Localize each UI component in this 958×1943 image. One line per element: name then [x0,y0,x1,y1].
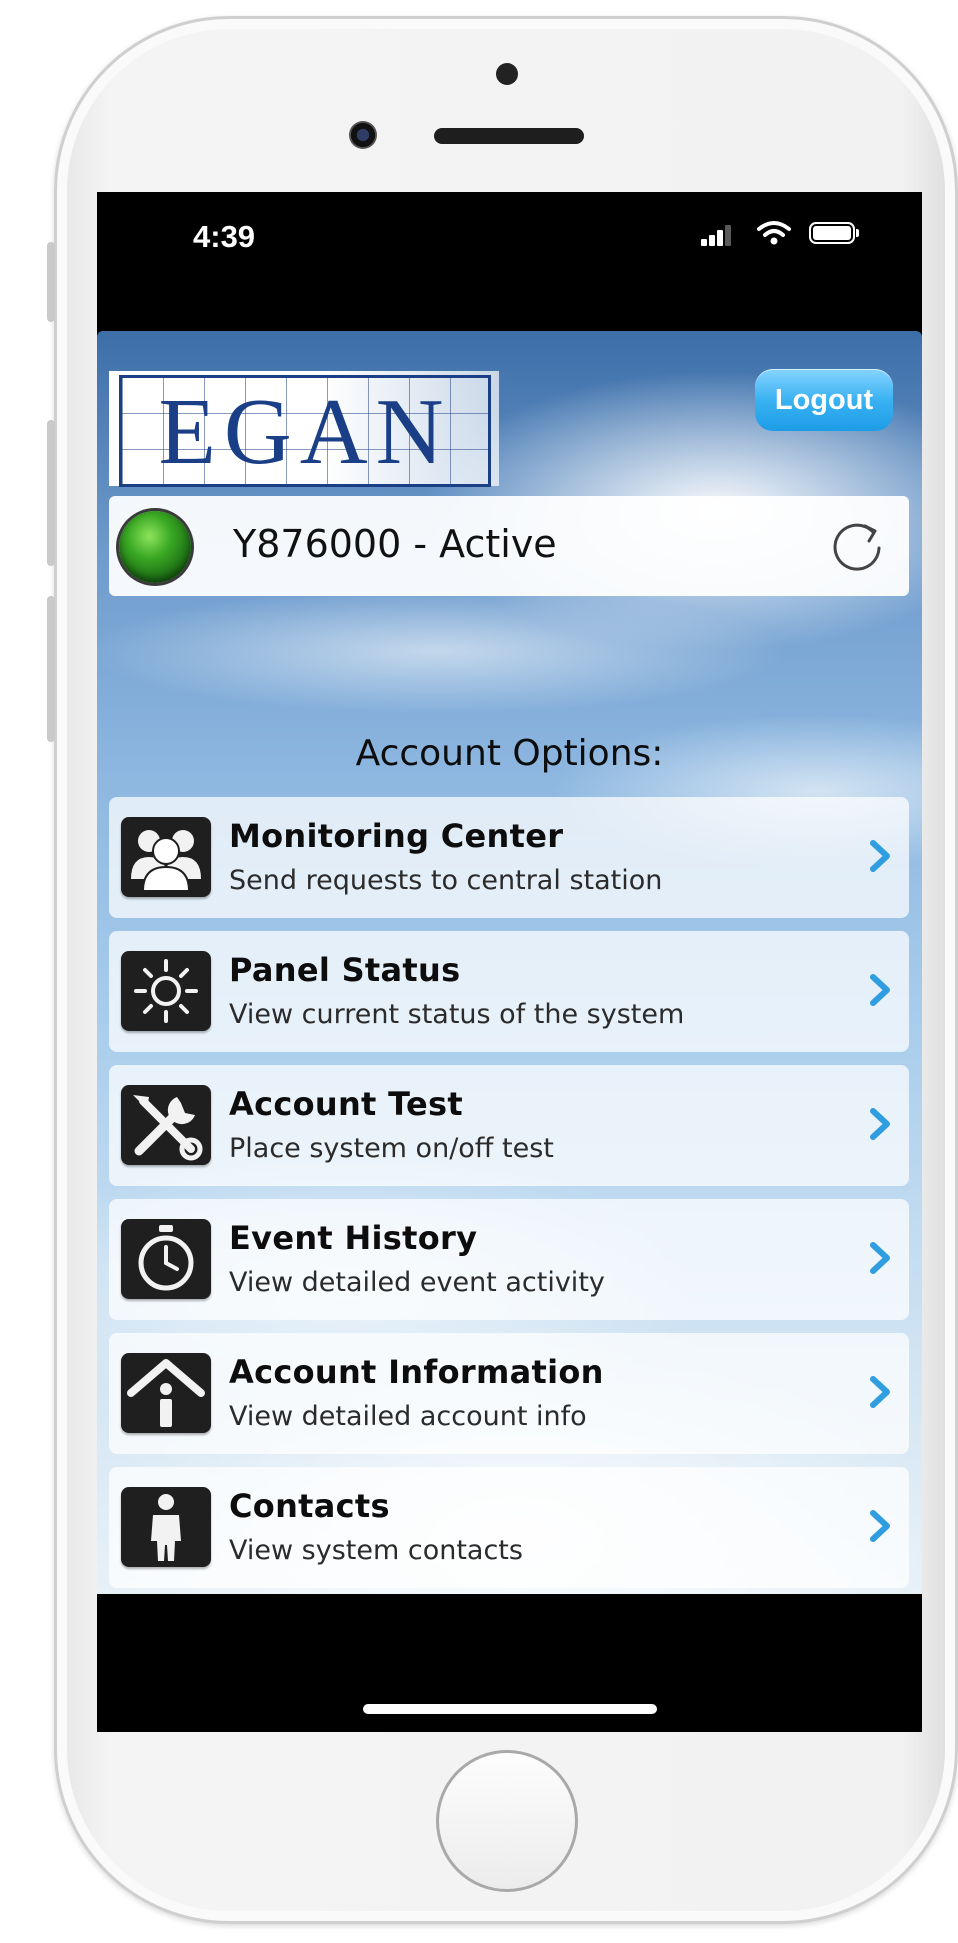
option-title: Contacts [229,1487,390,1525]
chevron-right-icon [870,840,890,872]
option-title: Event History [229,1219,478,1257]
mute-switch [47,242,55,322]
sun-icon [121,951,211,1031]
option-title: Account Test [229,1085,463,1123]
option-subtitle: View detailed account info [229,1401,587,1432]
logo-container: EGAN [109,371,499,487]
wifi-icon [757,221,791,245]
status-time: 4:39 [193,219,256,254]
chevron-right-icon [870,1376,890,1408]
volume-up-button [47,420,55,566]
home-button[interactable] [436,1750,578,1892]
account-status-bar: Y876000 - Active [109,496,909,596]
option-account-test[interactable]: Account Test Place system on/off test [109,1065,909,1186]
chevron-right-icon [870,1242,890,1274]
battery-icon [809,222,855,244]
option-contacts[interactable]: Contacts View system contacts [109,1467,909,1588]
refresh-icon[interactable] [829,518,885,574]
chevron-right-icon [870,974,890,1006]
option-title: Panel Status [229,951,461,989]
option-event-history[interactable]: Event History View detailed event activi… [109,1199,909,1320]
account-status-text: Y876000 - Active [233,522,557,566]
house-info-icon [121,1353,211,1433]
option-panel-status[interactable]: Panel Status View current status of the … [109,931,909,1052]
option-subtitle: Place system on/off test [229,1133,554,1164]
option-subtitle: View system contacts [229,1535,523,1566]
logo-text: EGAN [158,380,452,484]
option-title: Account Information [229,1353,604,1391]
volume-down-button [47,596,55,742]
stopwatch-icon [121,1219,211,1299]
status-led-icon [119,511,191,583]
options-title: Account Options: [355,733,664,774]
chevron-right-icon [870,1510,890,1542]
option-subtitle: View detailed event activity [229,1267,605,1298]
front-camera [349,121,377,149]
people-icon [121,817,211,897]
proximity-sensor [496,63,518,85]
tools-icon [121,1085,211,1165]
option-account-information[interactable]: Account Information View detailed accoun… [109,1333,909,1454]
option-subtitle: View current status of the system [229,999,685,1030]
earpiece-speaker [434,128,584,144]
home-indicator[interactable] [363,1704,657,1714]
battery-cap [856,229,859,237]
signal-icon [701,224,731,246]
option-title: Monitoring Center [229,817,564,855]
option-monitoring-center[interactable]: Monitoring Center Send requests to centr… [109,797,909,918]
chevron-right-icon [870,1108,890,1140]
option-subtitle: Send requests to central station [229,865,663,896]
app-content: EGAN Logout Y876000 - Active Account Opt… [97,331,922,1594]
logout-button[interactable]: Logout [755,369,893,431]
egan-logo: EGAN [119,375,491,487]
person-icon [121,1487,211,1567]
screen: 4:39 EGAN Logout Y876000 - Active Accoun… [97,192,922,1732]
